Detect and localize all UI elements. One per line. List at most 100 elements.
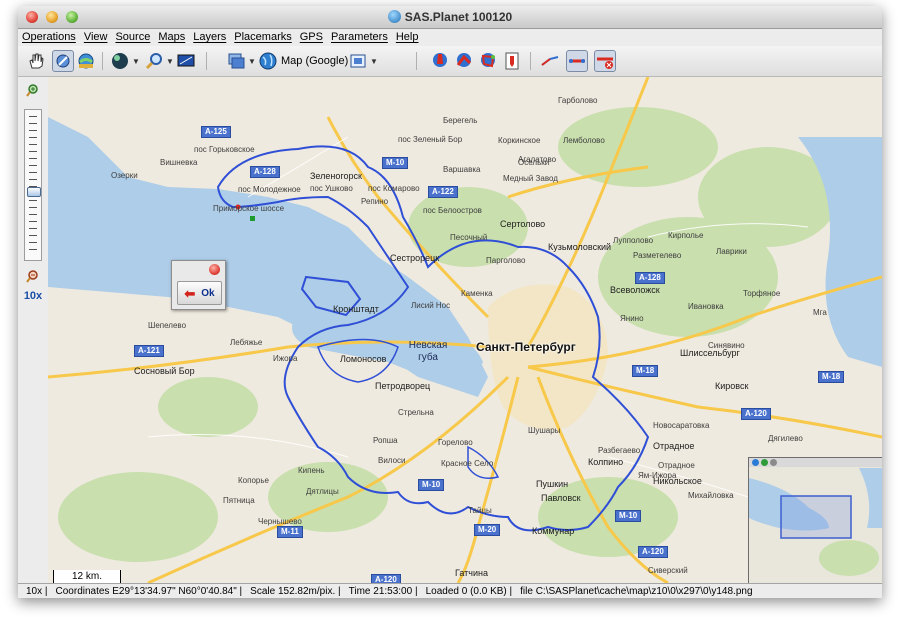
polygon-add-button[interactable]	[478, 51, 498, 71]
town-label: Зеленогорск	[310, 171, 362, 181]
app-globe-icon	[387, 10, 401, 23]
minimap-button[interactable]	[770, 459, 777, 466]
town-label: Кировск	[715, 381, 749, 391]
satellite-button[interactable]: ▼	[348, 51, 378, 71]
zoom-slider[interactable]	[24, 109, 42, 261]
village-label: Парголово	[486, 256, 526, 265]
zoom-slider-tick	[29, 249, 37, 250]
village-label: Медный Завод	[503, 174, 558, 183]
village-label: Михайловка	[688, 491, 734, 500]
save-placemark-icon	[505, 52, 519, 70]
menu-help[interactable]: Help	[392, 29, 423, 43]
village-label: пос Молодежное	[238, 185, 301, 194]
minimap-button[interactable]	[752, 459, 759, 466]
layers-stack-icon	[228, 53, 245, 69]
village-label: Мга	[813, 308, 827, 317]
menu-parameters[interactable]: Parameters	[327, 29, 392, 43]
menu-gps[interactable]: GPS	[296, 29, 327, 43]
map-view[interactable]: Санкт-Петербург Невская губа Зеленогорск…	[48, 77, 882, 583]
chevron-down-icon[interactable]: ▼	[248, 57, 256, 66]
close-window-button[interactable]	[26, 11, 38, 23]
village-label: Ропша	[373, 436, 398, 445]
gps-display-icon	[177, 54, 195, 67]
zoom-slider-tick	[29, 130, 37, 131]
highway-shield: M-18	[818, 371, 845, 383]
zoom-window-button[interactable]	[66, 11, 78, 23]
village-label: Сиверский	[648, 566, 688, 575]
village-label: Лупполово	[613, 236, 654, 245]
globe-search-button[interactable]	[76, 51, 96, 71]
placemark-add-button[interactable]	[430, 51, 450, 71]
status-time: Time 21:53:00	[348, 586, 413, 597]
village-label: Озерки	[111, 171, 138, 180]
chevron-down-icon[interactable]: ▼	[370, 57, 378, 66]
highway-shield: M-11	[277, 526, 303, 538]
minimize-window-button[interactable]	[46, 11, 58, 23]
highway-shield: M-20	[474, 524, 501, 536]
sphere-layer-icon	[112, 53, 128, 69]
hand-tool-button[interactable]	[26, 51, 46, 71]
town-label: Кронштадт	[333, 304, 379, 314]
sphere-layer-button[interactable]: ▼	[110, 51, 140, 71]
village-label: Дягилево	[768, 434, 803, 443]
chevron-down-icon[interactable]: ▼	[132, 57, 140, 66]
village-label: Вилоси	[378, 456, 406, 465]
highway-shield: A-122	[428, 186, 458, 198]
magnifier-button[interactable]: ▼	[144, 51, 174, 71]
village-label: Осельки	[518, 158, 550, 167]
zoom-out-icon[interactable]	[25, 269, 40, 284]
village-label: Новосаратовка	[653, 421, 710, 430]
village-label: Чернышево	[258, 517, 302, 526]
menu-placemarks[interactable]: Placemarks	[230, 29, 295, 43]
village-label: Дятлицы	[306, 487, 339, 496]
status-coordinates: Coordinates E29°13'34.97" N60°0'40.84"	[55, 586, 237, 597]
chevron-down-icon[interactable]: ▼	[166, 57, 174, 66]
menu-view[interactable]: View	[80, 29, 112, 43]
village-label: Пятница	[223, 496, 255, 505]
menu-layers[interactable]: Layers	[189, 29, 230, 43]
menu-maps[interactable]: Maps	[154, 29, 189, 43]
village-label: Стрельна	[398, 408, 434, 417]
zoom-slider-thumb[interactable]	[27, 187, 41, 197]
popup-close-button[interactable]	[209, 264, 220, 275]
town-label: Павловск	[541, 493, 581, 503]
minimap-viewport[interactable]	[780, 495, 852, 539]
minimap-canvas	[749, 458, 882, 583]
city-label: Санкт-Петербург	[476, 340, 576, 354]
gps-display-button[interactable]	[176, 51, 196, 71]
zoom-in-icon[interactable]	[25, 83, 40, 98]
village-label: Лаврики	[716, 247, 747, 256]
town-label: Ломоносов	[340, 354, 387, 364]
minimap[interactable]	[748, 457, 882, 583]
placemark-add-icon	[433, 53, 447, 67]
menu-source[interactable]: Source	[111, 29, 154, 43]
save-placemark-button[interactable]	[502, 51, 522, 71]
magnifier-icon	[145, 53, 162, 70]
village-label: Каменка	[461, 289, 493, 298]
layers-stack-button[interactable]: ▼	[226, 51, 256, 71]
path-add-button[interactable]	[454, 51, 474, 71]
ok-button[interactable]: ⬅ Ok	[177, 281, 222, 305]
minimap-button[interactable]	[761, 459, 768, 466]
menu-bar: Operations View Source Maps Layers Placemarks…	[18, 29, 882, 46]
town-label: Колпино	[588, 457, 624, 467]
line-delete-button[interactable]	[594, 50, 616, 72]
line-tool-button[interactable]	[566, 50, 588, 72]
status-bar: 10x | Coordinates E29°13'34.97" N60°0'40.…	[18, 583, 882, 598]
town-label: Петродворец	[375, 381, 431, 391]
ruler-button[interactable]	[540, 51, 560, 71]
menu-operations[interactable]: Operations	[18, 29, 80, 43]
placemark-popup: ⬅ Ok	[171, 260, 226, 310]
zoom-slider-tick	[29, 207, 37, 208]
map-source-dropdown[interactable]: Map (Google)▼	[258, 51, 358, 71]
title-bar[interactable]: SAS.Planet 100120	[18, 6, 882, 29]
status-loaded: Loaded 0 (0.0 KB)	[425, 586, 507, 597]
village-label: Ижора	[273, 354, 298, 363]
village-label: пос Ушково	[310, 184, 353, 193]
village-label: Коркинское	[498, 136, 541, 145]
zoom-slider-tick	[29, 242, 37, 243]
zoom-slider-tick	[29, 221, 37, 222]
village-label: Песочный	[450, 233, 488, 242]
select-area-button[interactable]	[52, 50, 74, 72]
village-label: Тайцы	[468, 506, 492, 515]
